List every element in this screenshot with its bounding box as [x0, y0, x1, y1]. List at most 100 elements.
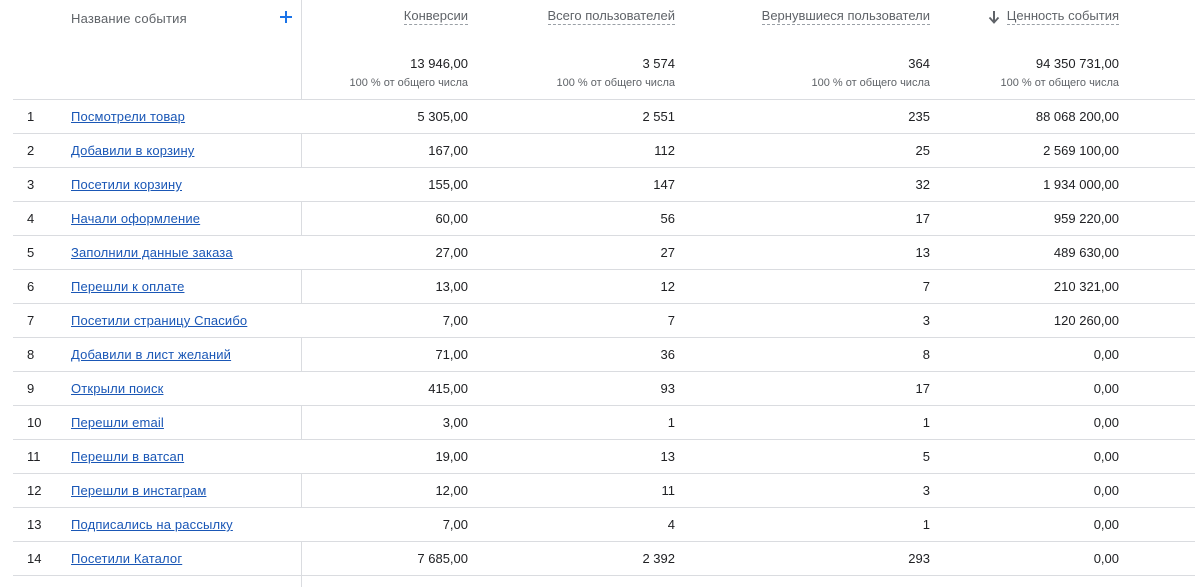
event-value-value: 489 630,00: [1053, 245, 1119, 260]
event-value-value: 0,00: [1093, 347, 1119, 362]
row-index: 10: [27, 415, 42, 430]
conversions-value: 12,00: [435, 483, 468, 498]
event-name-link[interactable]: Посетили корзину: [71, 168, 182, 201]
row-index: 13: [27, 517, 42, 532]
total-users-value: 7: [667, 313, 675, 328]
returning-users-value: 1: [922, 415, 930, 430]
total-users-value: 2 551: [642, 109, 675, 124]
row-index: 5: [27, 245, 35, 260]
event-name-link[interactable]: Заполнили данные заказа: [71, 236, 233, 269]
row-index: 12: [27, 483, 42, 498]
total-users: 3 574: [642, 56, 675, 71]
event-name-link[interactable]: Перешли в инстаграм: [71, 474, 206, 507]
returning-users-value: 32: [915, 177, 930, 192]
conversions-value: 71,00: [435, 347, 468, 362]
total-returning-users-percent: 100 % от общего числа: [811, 77, 930, 89]
table-row: 8 Добавили в лист желаний 71,00 36 8 0,00: [13, 338, 1195, 372]
table-row: 5 Заполнили данные заказа 27,00 27 13 489 630…: [13, 236, 1195, 270]
event-value-value: 2 569 100,00: [1043, 143, 1119, 158]
event-value-value: 0,00: [1093, 517, 1119, 532]
event-value-value: 88 068 200,00: [1035, 109, 1119, 124]
total-users-value: 93: [660, 381, 675, 396]
conversions-value: 60,00: [435, 211, 468, 226]
column-header-conversions[interactable]: Конверсии: [403, 8, 468, 25]
table-row: 10 Перешли email 3,00 1 1 0,00: [13, 406, 1195, 440]
event-name-link[interactable]: Добавили в лист желаний: [71, 338, 231, 371]
conversions-value: 415,00: [428, 381, 468, 396]
event-name-link[interactable]: Открыли поиск: [71, 372, 163, 405]
table-row: 1 Посмотрели товар 5 305,00 2 551 235 88 068 …: [13, 100, 1195, 134]
table-row: 12 Перешли в инстаграм 12,00 11 3 0,00: [13, 474, 1195, 508]
event-name-link[interactable]: Начали оформление: [71, 202, 200, 235]
total-users-value: 112: [654, 143, 675, 158]
returning-users-value: 293: [908, 551, 930, 566]
total-users-value: 13: [660, 449, 675, 464]
event-name-link[interactable]: Посмотрели товар: [71, 100, 185, 133]
event-value-value: 0,00: [1093, 381, 1119, 396]
event-name-link[interactable]: Посетили страницу Спасибо: [71, 304, 247, 337]
plus-icon: [280, 11, 292, 23]
event-value-value: 959 220,00: [1053, 211, 1119, 226]
event-name-link[interactable]: Посетили Каталог: [71, 542, 182, 575]
table-body: 1 Посмотрели товар 5 305,00 2 551 235 88 068 …: [0, 100, 1200, 576]
conversions-value: 167,00: [428, 143, 468, 158]
total-users-value: 56: [660, 211, 675, 226]
table-row: 4 Начали оформление 60,00 56 17 959 220,00: [13, 202, 1195, 236]
event-name-header: Название события: [71, 11, 187, 26]
event-value-value: 0,00: [1093, 551, 1119, 566]
event-value-value: 0,00: [1093, 449, 1119, 464]
conversions-value: 7,00: [442, 517, 468, 532]
conversions-value: 155,00: [428, 177, 468, 192]
row-index: 1: [27, 109, 35, 124]
total-users-value: 27: [660, 245, 675, 260]
table-row: 11 Перешли в ватсап 19,00 13 5 0,00: [13, 440, 1195, 474]
conversions-value: 27,00: [435, 245, 468, 260]
event-name-link[interactable]: Подписались на рассылку: [71, 508, 233, 541]
total-event-value-percent: 100 % от общего числа: [1000, 77, 1119, 89]
event-value-value: 0,00: [1093, 415, 1119, 430]
conversions-value: 7 685,00: [417, 551, 468, 566]
returning-users-value: 3: [922, 483, 930, 498]
conversions-value: 5 305,00: [417, 109, 468, 124]
returning-users-value: 17: [915, 211, 930, 226]
event-value-value: 210 321,00: [1053, 279, 1119, 294]
returning-users-value: 8: [922, 347, 930, 362]
row-index: 11: [27, 449, 41, 464]
total-users-value: 11: [661, 483, 676, 498]
total-users-value: 2 392: [642, 551, 675, 566]
returning-users-value: 235: [908, 109, 930, 124]
total-users-percent: 100 % от общего числа: [556, 77, 675, 89]
table-row: 6 Перешли к оплате 13,00 12 7 210 321,00: [13, 270, 1195, 304]
total-users-value: 36: [660, 347, 675, 362]
table-row: 3 Посетили корзину 155,00 147 32 1 934 000,00: [13, 168, 1195, 202]
conversions-value: 19,00: [435, 449, 468, 464]
column-header-returning-users[interactable]: Вернувшиеся пользователи: [761, 8, 930, 25]
returning-users-value: 5: [922, 449, 930, 464]
table-row: 2 Добавили в корзину 167,00 112 25 2 569 100,…: [13, 134, 1195, 168]
event-name-link[interactable]: Перешли email: [71, 406, 164, 439]
events-table: Название события Конверсии Всего пользов…: [0, 0, 1200, 587]
returning-users-value: 17: [915, 381, 930, 396]
column-header-event-value[interactable]: Ценность события: [1006, 8, 1119, 25]
row-index: 8: [27, 347, 35, 362]
event-name-link[interactable]: Перешли к оплате: [71, 270, 184, 303]
conversions-value: 7,00: [442, 313, 468, 328]
row-index: 2: [27, 143, 35, 158]
total-users-value: 147: [653, 177, 675, 192]
row-index: 7: [27, 313, 35, 328]
arrow-down-icon[interactable]: [988, 10, 1000, 24]
returning-users-value: 1: [922, 517, 930, 532]
table-row: 9 Открыли поиск 415,00 93 17 0,00: [13, 372, 1195, 406]
event-name-link[interactable]: Добавили в корзину: [71, 134, 194, 167]
table-row: 13 Подписались на рассылку 7,00 4 1 0,00: [13, 508, 1195, 542]
total-users-value: 12: [660, 279, 675, 294]
event-name-link[interactable]: Перешли в ватсап: [71, 440, 184, 473]
column-header-total-users[interactable]: Всего пользователей: [547, 8, 675, 25]
conversions-value: 13,00: [435, 279, 468, 294]
row-index: 4: [27, 211, 35, 226]
returning-users-value: 7: [922, 279, 930, 294]
event-value-value: 0,00: [1093, 483, 1119, 498]
add-dimension-button[interactable]: [275, 6, 297, 28]
returning-users-value: 3: [922, 313, 930, 328]
table-row: 14 Посетили Каталог 7 685,00 2 392 293 0,00: [13, 542, 1195, 576]
